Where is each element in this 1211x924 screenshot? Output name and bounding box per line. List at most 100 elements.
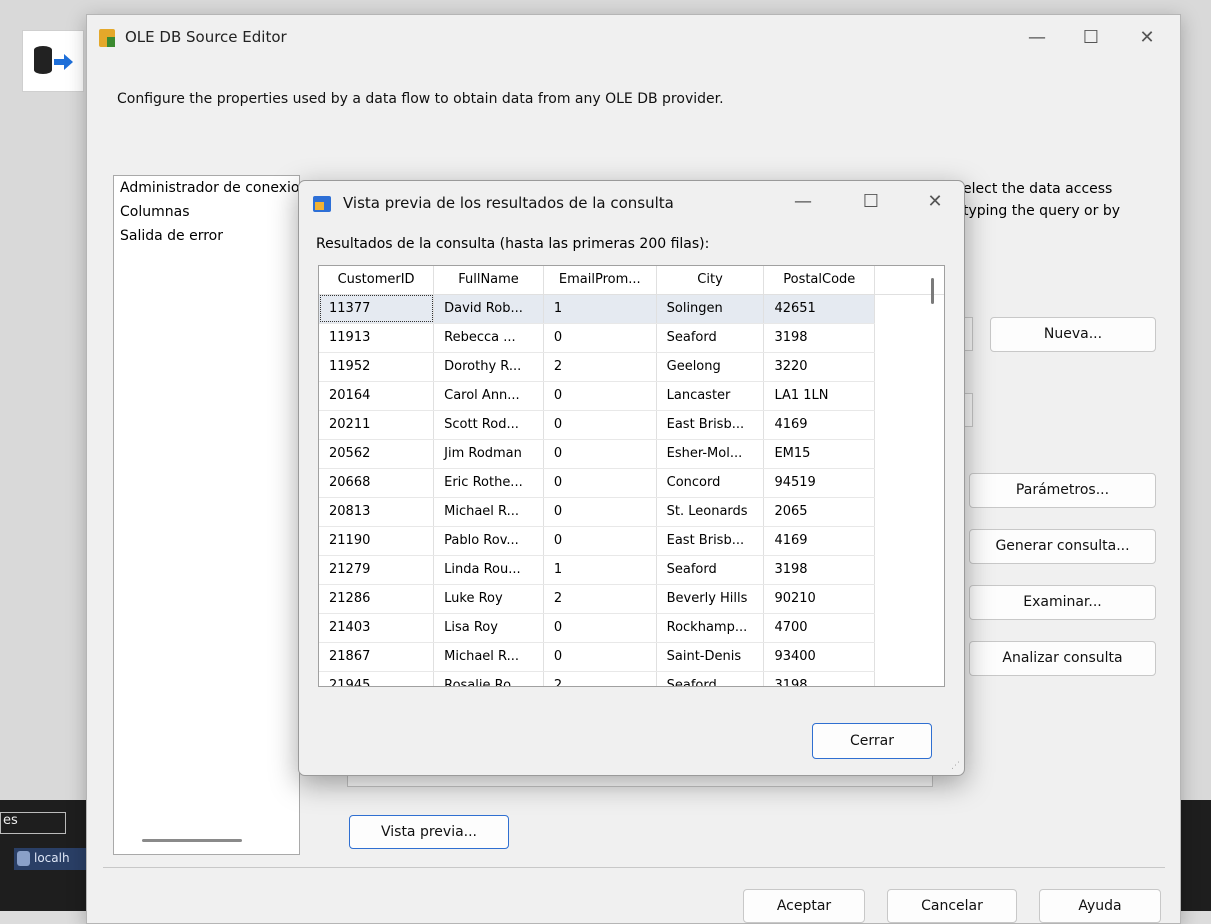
table-cell[interactable]: 0 <box>543 642 657 672</box>
table-cell[interactable]: East Brisb... <box>656 410 765 440</box>
panel-tab[interactable]: es <box>0 812 66 834</box>
maximize-icon[interactable]: ☐ <box>851 187 891 217</box>
maximize-icon[interactable]: ☐ <box>1071 23 1111 53</box>
table-row[interactable]: 21403 Lisa Roy 0 Rockhamp... 4700 <box>319 613 944 643</box>
close-button[interactable]: Cerrar <box>812 723 932 759</box>
table-cell[interactable]: 3198 <box>763 555 876 585</box>
table-cell[interactable]: 42651 <box>763 294 876 324</box>
table-cell[interactable]: 2 <box>543 584 657 614</box>
table-cell[interactable]: 2 <box>543 352 657 382</box>
column-header[interactable]: FullName <box>433 266 544 295</box>
table-cell[interactable]: 21286 <box>319 584 435 614</box>
column-header[interactable]: CustomerID <box>319 266 435 295</box>
table-row[interactable]: 21279 Linda Rou... 1 Seaford 3198 <box>319 555 944 585</box>
table-cell[interactable]: Rebecca ... <box>433 323 544 353</box>
table-cell[interactable]: Seaford <box>656 323 765 353</box>
preview-titlebar[interactable]: Vista previa de los resultados de la con… <box>299 181 964 225</box>
table-cell[interactable]: 21867 <box>319 642 435 672</box>
table-cell[interactable]: 11913 <box>319 323 435 353</box>
table-cell[interactable]: 3198 <box>763 671 876 686</box>
cancel-button[interactable]: Cancelar <box>887 889 1017 923</box>
table-cell[interactable]: Michael R... <box>433 497 544 527</box>
table-row[interactable]: 21190 Pablo Rov... 0 East Brisb... 4169 <box>319 526 944 556</box>
table-cell[interactable]: 0 <box>543 410 657 440</box>
table-cell[interactable]: David Rob... <box>433 294 544 324</box>
build-query-button[interactable]: Generar consulta... <box>969 529 1156 564</box>
table-cell[interactable]: 0 <box>543 468 657 498</box>
table-cell[interactable]: 3198 <box>763 323 876 353</box>
table-cell[interactable]: 20668 <box>319 468 435 498</box>
table-cell[interactable]: Pablo Rov... <box>433 526 544 556</box>
column-header[interactable]: City <box>656 266 765 295</box>
table-cell[interactable]: Luke Roy <box>433 584 544 614</box>
table-cell[interactable]: 21945 <box>319 671 435 686</box>
table-cell[interactable]: St. Leonards <box>656 497 765 527</box>
table-cell[interactable]: Scott Rod... <box>433 410 544 440</box>
table-cell[interactable]: 2 <box>543 671 657 686</box>
table-cell[interactable]: 21190 <box>319 526 435 556</box>
table-row[interactable]: 21286 Luke Roy 2 Beverly Hills 90210 <box>319 584 944 614</box>
table-cell[interactable]: Jim Rodman <box>433 439 544 469</box>
table-row[interactable]: 20211 Scott Rod... 0 East Brisb... 4169 <box>319 410 944 440</box>
table-cell[interactable]: 11952 <box>319 352 435 382</box>
nav-item-columns[interactable]: Columnas <box>114 200 299 224</box>
table-cell[interactable]: 1 <box>543 555 657 585</box>
table-cell[interactable]: EM15 <box>763 439 876 469</box>
table-cell[interactable]: 93400 <box>763 642 876 672</box>
table-cell[interactable]: 94519 <box>763 468 876 498</box>
table-cell[interactable]: 0 <box>543 497 657 527</box>
resize-grip-icon[interactable]: ⋰ <box>950 761 960 771</box>
table-cell[interactable]: Beverly Hills <box>656 584 765 614</box>
table-cell[interactable]: East Brisb... <box>656 526 765 556</box>
table-cell[interactable]: Lancaster <box>656 381 765 411</box>
table-cell[interactable]: 20164 <box>319 381 435 411</box>
table-cell[interactable]: Rosalie Ro... <box>433 671 544 686</box>
nav-item-connection-manager[interactable]: Administrador de conexiones <box>114 176 299 200</box>
editor-titlebar[interactable]: OLE DB Source Editor — ☐ ✕ <box>87 15 1180 61</box>
table-cell[interactable]: Eric Rothe... <box>433 468 544 498</box>
table-cell[interactable]: Seaford <box>656 671 765 686</box>
table-cell[interactable]: 21403 <box>319 613 435 643</box>
minimize-icon[interactable]: — <box>783 187 823 217</box>
table-cell[interactable]: 20813 <box>319 497 435 527</box>
table-cell[interactable]: 4169 <box>763 410 876 440</box>
table-cell[interactable]: 1 <box>543 294 657 324</box>
table-cell[interactable]: Dorothy R... <box>433 352 544 382</box>
table-cell[interactable]: Solingen <box>656 294 765 324</box>
table-row[interactable]: 11377 David Rob... 1 Solingen 42651 <box>319 294 944 324</box>
table-cell[interactable]: 0 <box>543 613 657 643</box>
table-cell[interactable]: LA1 1LN <box>763 381 876 411</box>
table-cell[interactable]: 21279 <box>319 555 435 585</box>
table-cell[interactable]: Rockhamp... <box>656 613 765 643</box>
minimize-icon[interactable]: — <box>1017 23 1057 53</box>
preview-button[interactable]: Vista previa... <box>349 815 509 849</box>
table-cell[interactable]: 0 <box>543 323 657 353</box>
table-cell[interactable]: Carol Ann... <box>433 381 544 411</box>
new-connection-button[interactable]: Nueva... <box>990 317 1156 352</box>
column-header[interactable]: PostalCode <box>763 266 876 295</box>
table-row[interactable]: 21945 Rosalie Ro... 2 Seaford 3198 <box>319 671 944 686</box>
table-row[interactable]: 20562 Jim Rodman 0 Esher-Mol... EM15 <box>319 439 944 469</box>
column-header[interactable]: EmailProm... <box>543 266 657 295</box>
table-cell[interactable]: 2065 <box>763 497 876 527</box>
table-row[interactable]: 20668 Eric Rothe... 0 Concord 94519 <box>319 468 944 498</box>
table-row[interactable]: 20164 Carol Ann... 0 Lancaster LA1 1LN <box>319 381 944 411</box>
table-cell[interactable]: 4700 <box>763 613 876 643</box>
data-source-toolbox-item[interactable] <box>22 30 84 92</box>
table-cell[interactable]: 3220 <box>763 352 876 382</box>
table-cell[interactable]: Esher-Mol... <box>656 439 765 469</box>
table-cell[interactable]: Linda Rou... <box>433 555 544 585</box>
table-cell[interactable]: 90210 <box>763 584 876 614</box>
parse-query-button[interactable]: Analizar consulta <box>969 641 1156 676</box>
grid-vertical-scrollbar[interactable] <box>931 278 934 304</box>
table-cell[interactable]: 11377 <box>319 294 435 324</box>
browse-button[interactable]: Examinar... <box>969 585 1156 620</box>
table-row[interactable]: 11952 Dorothy R... 2 Geelong 3220 <box>319 352 944 382</box>
table-row[interactable]: 11913 Rebecca ... 0 Seaford 3198 <box>319 323 944 353</box>
nav-horizontal-scrollbar[interactable] <box>142 839 242 842</box>
table-cell[interactable]: Seaford <box>656 555 765 585</box>
table-cell[interactable]: 4169 <box>763 526 876 556</box>
table-cell[interactable]: Michael R... <box>433 642 544 672</box>
close-icon[interactable]: ✕ <box>1127 23 1167 53</box>
table-cell[interactable]: Geelong <box>656 352 765 382</box>
